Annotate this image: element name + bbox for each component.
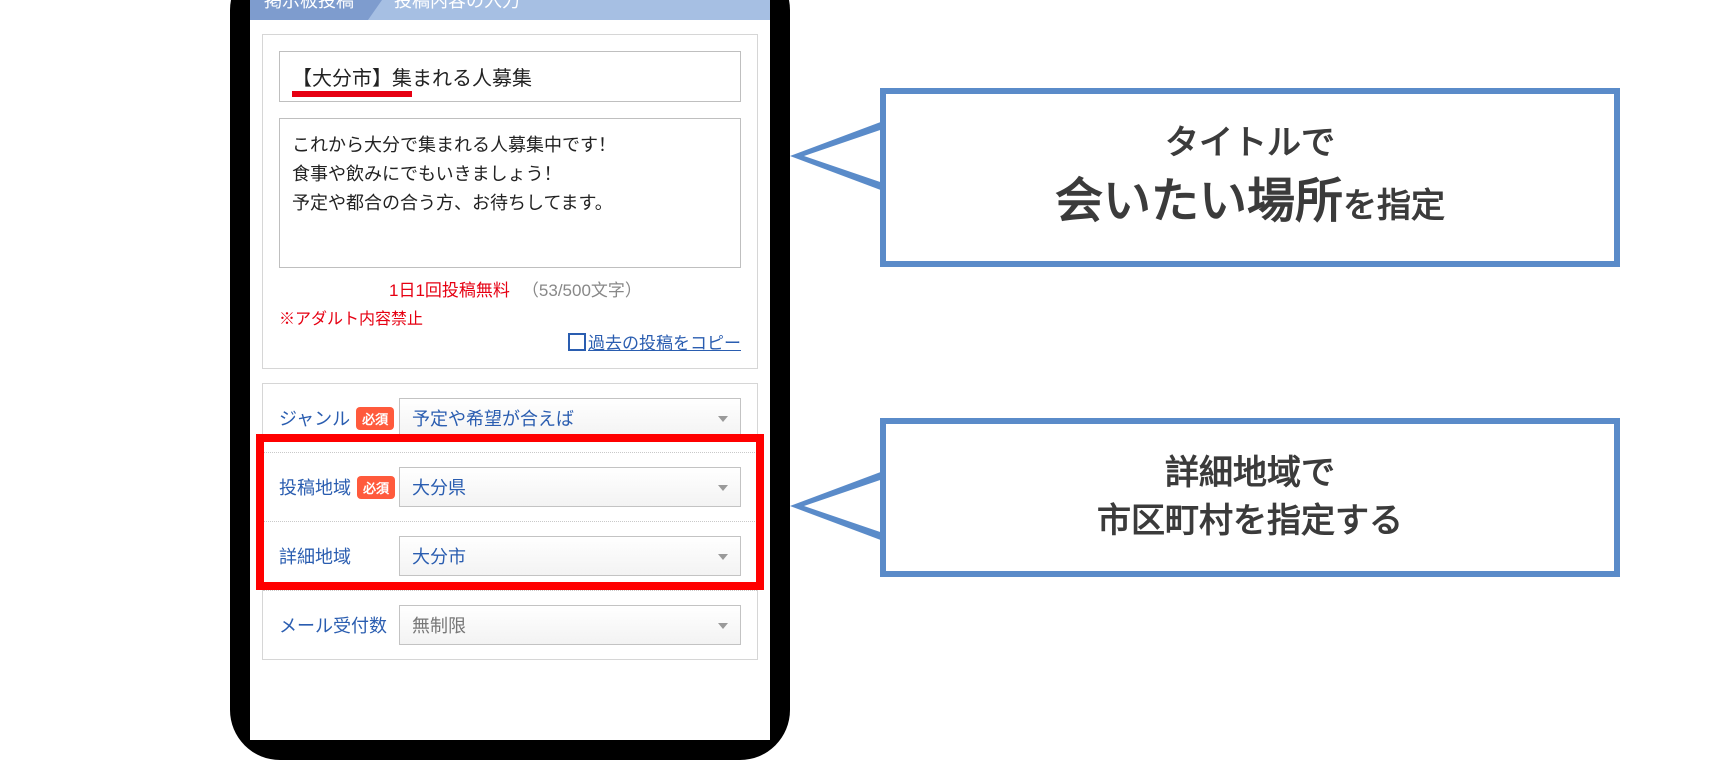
adult-notice: ※アダルト内容禁止 <box>279 305 741 329</box>
callout-1-line2: 会いたい場所を指定 <box>922 168 1578 235</box>
post-title-input[interactable]: 【大分市】集まれる人募集 <box>279 51 741 102</box>
breadcrumb-step-1[interactable]: 掲示板投稿 <box>250 0 368 20</box>
label-mail-limit-text: メール受付数 <box>279 612 387 638</box>
post-body-textarea[interactable]: これから大分で集まれる人募集中です！ 食事や飲みにでもいきましょう！ 予定や都合… <box>279 118 741 268</box>
label-genre: ジャンル 必須 <box>279 405 399 431</box>
callout-detail-region: 詳細地域で 市区町村を指定する <box>880 418 1620 577</box>
label-detail-region: 詳細地域 <box>279 543 399 569</box>
callout-1-tail: を指定 <box>1343 187 1445 225</box>
required-badge: 必須 <box>356 407 394 430</box>
copy-past-posts-label: 過去の投稿をコピー <box>588 329 741 354</box>
select-detail-region-value: 大分市 <box>412 543 466 569</box>
phone-frame: 掲示板投稿 投稿内容の入力 【大分市】集まれる人募集 これから大分で集まれる人募… <box>230 0 790 760</box>
breadcrumb: 掲示板投稿 投稿内容の入力 <box>250 0 770 20</box>
title-emphasis-underline <box>292 91 412 97</box>
breadcrumb-step-2-label: 投稿内容の入力 <box>394 0 520 13</box>
callout-1-strong: 会いたい場所 <box>1055 175 1343 228</box>
breadcrumb-step-2: 投稿内容の入力 <box>368 0 520 20</box>
post-meta-row: 1日1回投稿無料 （53/500文字） ※アダルト内容禁止 過去の投稿をコピー <box>263 276 757 368</box>
copy-past-posts-link[interactable]: 過去の投稿をコピー <box>570 329 741 354</box>
select-genre-value: 予定や希望が合えば <box>412 405 574 431</box>
callout-2-line2: 市区町村を指定する <box>922 498 1578 546</box>
callout-2-line1: 詳細地域で <box>922 450 1578 498</box>
select-mail-limit[interactable]: 無制限 <box>399 605 741 645</box>
post-settings-card: ジャンル 必須 予定や希望が合えば 投稿地域 必須 大分県 詳細地域 <box>262 383 758 660</box>
callout-2-pointer-fill <box>804 478 886 534</box>
row-genre: ジャンル 必須 予定や希望が合えば <box>263 384 757 452</box>
callout-title-location: タイトルで 会いたい場所を指定 <box>880 88 1620 267</box>
phone-screen: 掲示板投稿 投稿内容の入力 【大分市】集まれる人募集 これから大分で集まれる人募… <box>250 0 770 740</box>
label-detail-region-text: 詳細地域 <box>279 543 351 569</box>
copy-icon <box>570 335 584 349</box>
row-region: 投稿地域 必須 大分県 <box>263 452 757 521</box>
label-region: 投稿地域 必須 <box>279 474 399 500</box>
select-detail-region[interactable]: 大分市 <box>399 536 741 576</box>
post-title-value: 【大分市】集まれる人募集 <box>292 68 532 90</box>
required-badge: 必須 <box>357 476 395 499</box>
char-count: （53/500文字） <box>522 276 642 301</box>
free-post-label: 1日1回投稿無料 <box>389 276 510 301</box>
select-region[interactable]: 大分県 <box>399 467 741 507</box>
select-mail-limit-value: 無制限 <box>412 612 466 638</box>
row-mail-limit: メール受付数 無制限 <box>263 590 757 659</box>
row-detail-region: 詳細地域 大分市 <box>263 521 757 590</box>
select-region-value: 大分県 <box>412 474 466 500</box>
callout-1-pointer-fill <box>804 128 886 184</box>
label-genre-text: ジャンル <box>279 405 350 431</box>
label-mail-limit: メール受付数 <box>279 612 399 638</box>
label-region-text: 投稿地域 <box>279 474 351 500</box>
breadcrumb-step-1-label: 掲示板投稿 <box>264 0 354 13</box>
select-genre[interactable]: 予定や希望が合えば <box>399 398 741 438</box>
post-body-value: これから大分で集まれる人募集中です！ 食事や飲みにでもいきましょう！ 予定や都合… <box>292 135 616 213</box>
post-content-card: 【大分市】集まれる人募集 これから大分で集まれる人募集中です！ 食事や飲みにでも… <box>262 34 758 369</box>
callout-1-line1: タイトルで <box>922 120 1578 168</box>
